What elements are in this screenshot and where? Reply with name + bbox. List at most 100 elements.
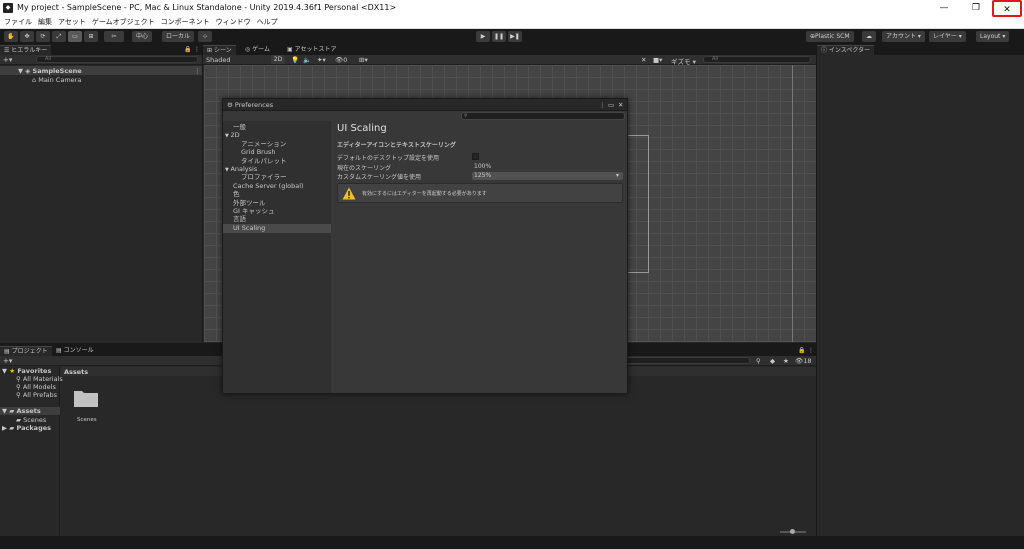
tab-project[interactable]: ▤ プロジェクト: [0, 346, 52, 356]
minimize-button[interactable]: —: [929, 0, 959, 17]
preferences-content: UI Scaling エディターアイコンとテキストスケーリング デフォルトのデス…: [332, 121, 627, 393]
scene-row[interactable]: ▼ ◈ SampleScene ⋮: [0, 66, 202, 75]
effects-icon[interactable]: ✦▾: [317, 56, 326, 64]
filter-type-icon[interactable]: ⚲: [756, 357, 761, 365]
lock-icon[interactable]: 🔒: [184, 46, 191, 53]
scenes-folder-label: Scenes: [77, 417, 97, 423]
grid-snap-icon[interactable]: ⊹: [198, 31, 212, 42]
main-toolbar: ✋ ✥ ⟳ ⤢ ▭ ⊞ ✂ 中心 ローカル ⊹ ▶ ❚❚ ▶❚ ⊕Plastic…: [0, 29, 1024, 44]
scale-tool-icon[interactable]: ⤢: [52, 31, 66, 42]
custom-scaling-dropdown[interactable]: 125% ▾: [472, 172, 623, 180]
menu-help[interactable]: ヘルプ: [254, 17, 281, 28]
tab-scene[interactable]: ⊞ シーン: [203, 45, 236, 55]
viewport-divider: [792, 65, 793, 342]
hidden-packages-toggle[interactable]: 👁18: [795, 357, 812, 365]
audio-icon[interactable]: 🔈: [303, 56, 311, 64]
favorite-all-materials[interactable]: ⚲ All Materials: [16, 375, 63, 383]
rotate-tool-icon[interactable]: ⟳: [36, 31, 50, 42]
scene-menu-icon[interactable]: ⋮: [194, 67, 201, 75]
preferences-category-label: プロファイラー: [241, 173, 287, 182]
favorite-star-icon[interactable]: ★: [783, 357, 789, 365]
inspector-panel: ⓘ インスペクター: [817, 45, 1024, 536]
use-default-label: デフォルトのデスクトップ設定を使用: [337, 155, 440, 162]
hierarchy-tabbar: ☰ ヒエラルキー 🔒 ⋮: [0, 45, 202, 55]
hand-tool-icon[interactable]: ✋: [4, 31, 18, 42]
project-menu-icon[interactable]: ⋮: [808, 347, 814, 354]
tab-asset-store[interactable]: ▣ アセットストア: [283, 45, 340, 55]
pivot-label: 中心: [136, 33, 149, 40]
menu-file[interactable]: ファイル: [1, 17, 35, 28]
project-add-button[interactable]: +▾: [3, 357, 12, 365]
menu-window[interactable]: ウィンドウ: [213, 17, 254, 28]
assets-node[interactable]: ▼ ▰ Assets: [0, 407, 60, 415]
hierarchy-add-button[interactable]: +▾: [3, 56, 12, 64]
menu-assets[interactable]: アセット: [55, 17, 89, 28]
transform-tool-icon[interactable]: ⊞: [84, 31, 98, 42]
breadcrumb-assets[interactable]: Assets: [64, 368, 88, 376]
pivot-toggle[interactable]: 中心: [132, 31, 153, 42]
star-icon: ★: [9, 367, 16, 375]
menu-edit[interactable]: 編集: [35, 17, 55, 28]
preferences-search-input[interactable]: ⚲: [461, 112, 625, 120]
play-button[interactable]: ▶: [476, 31, 490, 42]
hierarchy-search-input[interactable]: All: [36, 56, 198, 63]
cloud-icon[interactable]: ☁: [862, 31, 876, 42]
custom-tool-icon[interactable]: ✂: [104, 31, 124, 42]
filter-label-icon[interactable]: ◆: [770, 357, 775, 365]
scene-subbar: Shaded▾ 2D 💡 🔈 ✦▾ 👁0 ⊞▾ ✕ ■▾ ギズモ ▾ All: [203, 55, 816, 66]
packages-node[interactable]: ▶ ▰ Packages: [2, 424, 51, 432]
preferences-close-icon[interactable]: ✕: [618, 101, 623, 109]
2d-toggle[interactable]: 2D: [271, 55, 285, 64]
layout-label: Layout: [980, 33, 1001, 40]
folder-icon: ▰: [9, 407, 15, 415]
current-scaling-value: 100%: [474, 163, 492, 170]
plastic-scm-button[interactable]: ⊕Plastic SCM: [806, 31, 854, 42]
close-button[interactable]: ✕: [992, 0, 1022, 17]
preferences-category-label: UI Scaling: [233, 223, 266, 232]
tab-inspector[interactable]: ⓘ インスペクター: [817, 45, 875, 55]
scenes-folder-item[interactable]: [73, 388, 101, 412]
account-dropdown[interactable]: アカウント ▾: [882, 31, 925, 42]
space-toggle[interactable]: ローカル: [162, 31, 195, 42]
grid-icon[interactable]: ⊞▾: [359, 56, 368, 64]
menu-component[interactable]: コンポーネント: [158, 17, 213, 28]
preferences-title: ⚙ Preferences: [227, 101, 274, 109]
inspector-tabbar: ⓘ インスペクター: [817, 45, 1024, 55]
warning-icon: [342, 187, 356, 200]
move-tool-icon[interactable]: ✥: [20, 31, 34, 42]
preferences-category-label: アニメーション: [241, 139, 287, 148]
section-title: エディターアイコンとテキストスケーリング: [337, 142, 456, 149]
tab-hierarchy[interactable]: ☰ ヒエラルキー: [0, 45, 52, 55]
zoom-slider[interactable]: [780, 529, 806, 534]
menu-gameobject[interactable]: ゲームオブジェクト: [89, 17, 158, 28]
hidden-objects-toggle[interactable]: 👁0: [335, 56, 347, 64]
tree-scenes-folder[interactable]: ▰ Scenes: [16, 416, 46, 424]
maximize-button[interactable]: ❐: [961, 0, 991, 17]
tab-console[interactable]: ▤ コンソール: [52, 346, 98, 356]
scene-tabbar: ⊞ シーン ◎ ゲーム ▣ アセットストア: [203, 45, 816, 55]
preferences-menu-icon[interactable]: ⋮: [599, 101, 606, 109]
preferences-category-label: 外部ツール: [233, 198, 266, 207]
tab-game[interactable]: ◎ ゲーム: [241, 45, 274, 55]
rect-tool-icon[interactable]: ▭: [68, 31, 82, 42]
step-button[interactable]: ▶❚: [508, 31, 522, 42]
favorite-all-prefabs[interactable]: ⚲ All Prefabs: [16, 391, 57, 399]
hierarchy-item-main-camera[interactable]: ⌂ Main Camera: [32, 76, 81, 84]
panel-menu-icon[interactable]: ⋮: [194, 46, 200, 53]
project-search-input[interactable]: [618, 357, 750, 364]
lighting-icon[interactable]: 💡: [291, 56, 299, 64]
zoom-slider-handle[interactable]: [790, 529, 795, 534]
preferences-maximize-icon[interactable]: ▭: [608, 101, 614, 109]
favorites-node[interactable]: ▼ ★ Favorites: [2, 367, 51, 375]
scene-search-input[interactable]: All: [703, 56, 811, 63]
favorite-all-models[interactable]: ⚲ All Models: [16, 383, 56, 391]
tools-icon[interactable]: ✕: [641, 56, 646, 64]
preferences-category-item[interactable]: UI Scaling: [223, 223, 331, 233]
camera-settings-icon[interactable]: ■▾: [653, 56, 662, 64]
shading-mode-dropdown[interactable]: Shaded▾: [206, 56, 278, 64]
use-default-checkbox[interactable]: [472, 153, 479, 160]
project-lock-icon[interactable]: 🔒: [798, 347, 805, 354]
pause-button[interactable]: ❚❚: [492, 31, 506, 42]
layers-dropdown[interactable]: レイヤー ▾: [929, 31, 966, 42]
layout-dropdown[interactable]: Layout ▾: [976, 31, 1010, 42]
